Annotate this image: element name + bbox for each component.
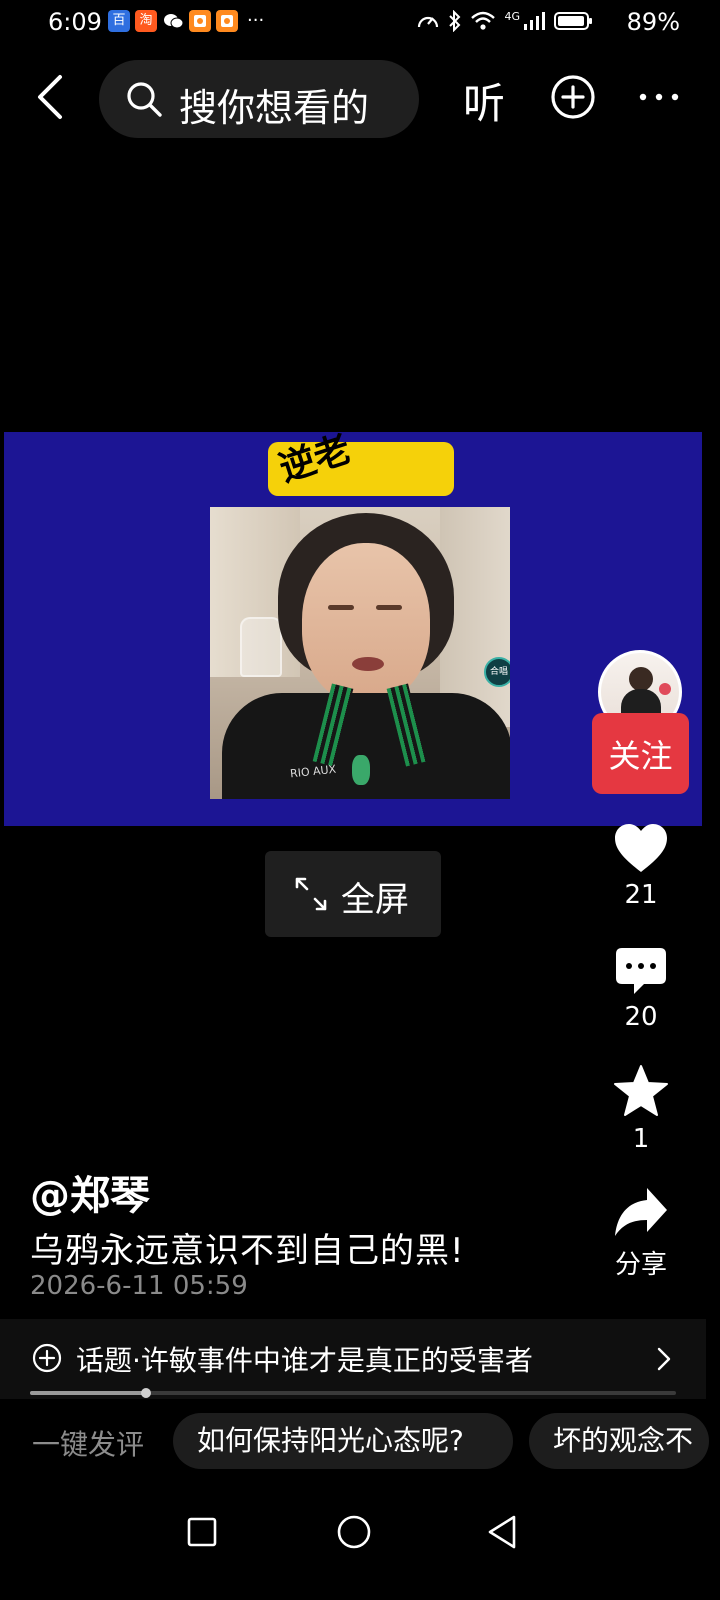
post-timestamp: 2026-6-11 05:59 bbox=[30, 1271, 248, 1301]
expand-icon bbox=[295, 877, 327, 911]
system-nav-bar bbox=[0, 1490, 720, 1600]
share-icon bbox=[615, 1188, 667, 1236]
status-app-icons: 百 淘 ··· bbox=[108, 10, 264, 32]
wifi-icon bbox=[471, 11, 496, 30]
network-type: 4G bbox=[504, 10, 520, 23]
favorite-count: 1 bbox=[632, 1124, 650, 1154]
signal-icon bbox=[524, 12, 545, 30]
comment-count: 20 bbox=[624, 1002, 658, 1032]
quick-comment-chip[interactable]: 坏的观念不 bbox=[529, 1413, 709, 1469]
follow-button[interactable]: 关注 bbox=[592, 713, 689, 794]
search-input[interactable]: 搜你想看的 bbox=[99, 60, 419, 138]
home-icon[interactable] bbox=[332, 1510, 376, 1554]
taobao-icon: 淘 bbox=[135, 10, 157, 32]
share-label: 分享 bbox=[614, 1250, 667, 1280]
add-icon[interactable] bbox=[550, 74, 596, 120]
video-progress-bar[interactable] bbox=[30, 1388, 676, 1398]
star-icon bbox=[614, 1065, 668, 1116]
quick-comment-chip[interactable]: 如何保持阳光心态呢? bbox=[173, 1413, 513, 1469]
baidu-icon: 百 bbox=[108, 10, 130, 32]
post-caption: 乌鸦永远意识不到自己的黑! bbox=[30, 1231, 465, 1271]
share-button[interactable]: 分享 bbox=[598, 1186, 684, 1281]
heart-icon bbox=[615, 824, 667, 872]
chevron-left-icon bbox=[38, 75, 62, 119]
fullscreen-button[interactable]: 全屏 bbox=[265, 851, 441, 937]
bluetooth-icon bbox=[449, 10, 461, 32]
favorite-button[interactable]: 1 bbox=[598, 1064, 684, 1154]
back-button[interactable] bbox=[30, 72, 70, 122]
progress-fill bbox=[30, 1391, 147, 1395]
topic-text: 话题·许敏事件中谁才是真正的受害者 bbox=[76, 1344, 533, 1377]
comment-button[interactable]: 20 bbox=[598, 946, 684, 1032]
wechat-icon bbox=[162, 10, 184, 32]
app-orange-icon-1 bbox=[189, 10, 211, 32]
more-icon[interactable] bbox=[637, 82, 681, 112]
fullscreen-label: 全屏 bbox=[341, 880, 409, 920]
video-frame: RIO AUX 合唱 bbox=[210, 507, 510, 799]
app-orange-icon-2 bbox=[216, 10, 238, 32]
search-icon bbox=[127, 82, 162, 117]
chevron-right-icon bbox=[657, 1347, 671, 1371]
data-speed-icon bbox=[418, 16, 439, 28]
battery-icon bbox=[554, 12, 592, 30]
status-more-notifications: ··· bbox=[247, 10, 265, 31]
topic-bar[interactable]: 话题·许敏事件中谁才是真正的受害者 bbox=[0, 1319, 706, 1399]
back-nav-icon[interactable] bbox=[482, 1510, 526, 1554]
listen-button[interactable]: 听 bbox=[463, 70, 505, 131]
like-button[interactable]: 21 bbox=[598, 822, 684, 910]
duet-badge: 合唱 bbox=[484, 657, 510, 687]
comment-icon bbox=[616, 948, 666, 994]
status-time: 6:09 bbox=[48, 8, 102, 36]
quick-comment-label: 一键发评 bbox=[32, 1428, 145, 1461]
recents-icon[interactable] bbox=[180, 1510, 224, 1554]
battery-percent: 89% bbox=[626, 8, 680, 36]
topic-plus-icon bbox=[32, 1343, 62, 1373]
search-placeholder: 搜你想看的 bbox=[179, 86, 370, 130]
like-count: 21 bbox=[624, 880, 658, 910]
status-indicators: 4G bbox=[416, 10, 594, 32]
author-name[interactable]: @郑琴 bbox=[30, 1163, 150, 1221]
status-bar: 6:09 百 淘 ··· 4G 89% bbox=[0, 0, 720, 46]
